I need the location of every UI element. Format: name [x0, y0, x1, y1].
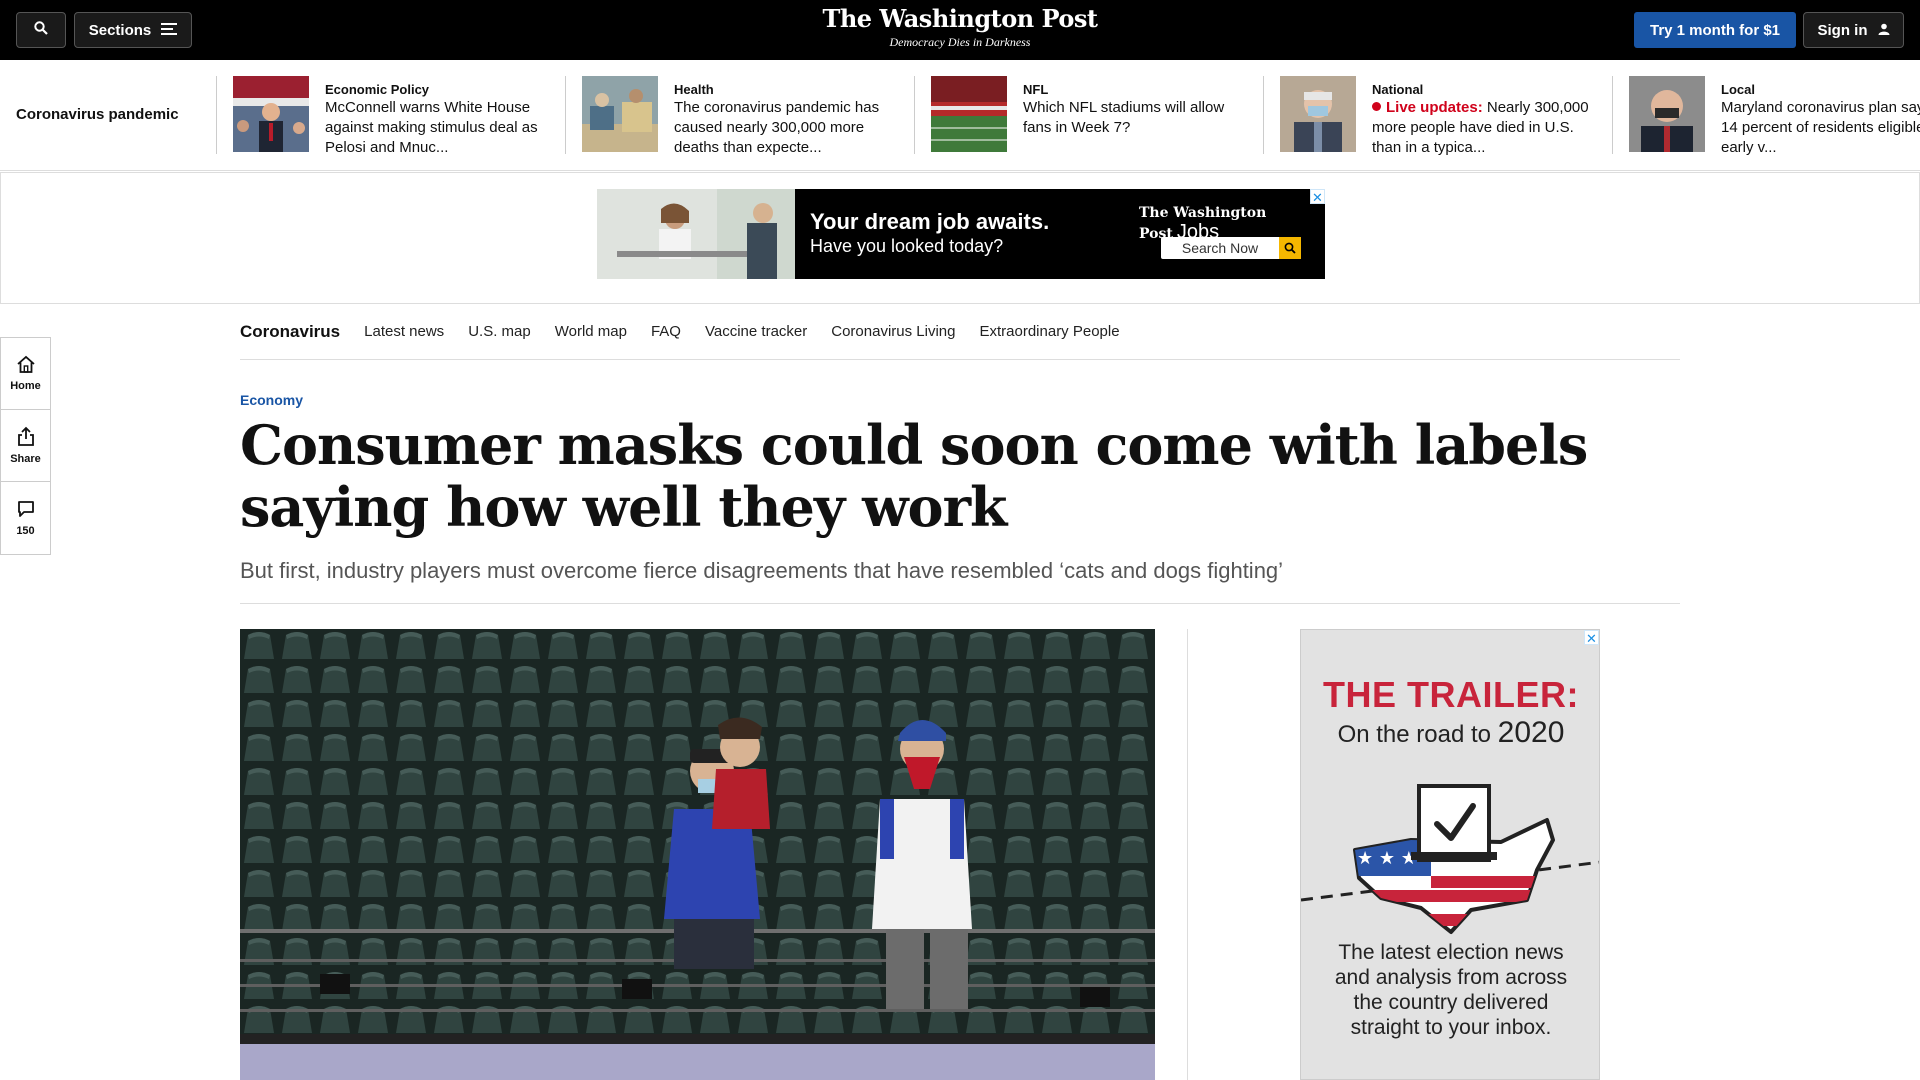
newsletter-ad-subtitle-text: On the road to [1337, 721, 1491, 748]
strip-kicker: Economic Policy [325, 82, 430, 97]
article-kicker[interactable]: Economy [240, 392, 303, 408]
strip-item[interactable]: NFL Which NFL stadiums will allow fans i… [914, 76, 1263, 154]
sections-menu-button[interactable]: Sections [74, 12, 192, 48]
column-divider [1187, 629, 1188, 1080]
ballot-map-icon: ★ ★ ★ [1301, 780, 1599, 940]
jobs-ad-search-label: Search Now [1181, 240, 1259, 256]
strip-thumbnail [1629, 76, 1705, 152]
masthead-tagline: Democracy Dies in Darkness [889, 35, 1031, 49]
jobs-ad-search-button[interactable]: Search Now [1161, 237, 1301, 259]
ad-close-icon[interactable]: ✕ [1310, 189, 1325, 205]
article-headline: Consumer masks could soon come with labe… [240, 413, 1588, 539]
hamburger-icon [161, 22, 178, 39]
newsletter-ad-year: 2020 [1497, 716, 1565, 749]
strip-kicker: Local [1721, 82, 1755, 97]
comments-count: 150 [16, 524, 35, 537]
strip-item[interactable]: National Live updates: Nearly 300,000 mo… [1263, 76, 1612, 156]
jobs-ad-subline: Have you looked today? [810, 236, 1004, 256]
section-navigation: Coronavirus Latest news U.S. map World m… [240, 304, 1680, 360]
section-link-latest-news[interactable]: Latest news [364, 323, 444, 340]
strip-thumbnail [1280, 76, 1356, 152]
section-link-us-map[interactable]: U.S. map [468, 323, 531, 340]
section-link-extraordinary-people[interactable]: Extraordinary People [979, 323, 1119, 340]
sign-in-button[interactable]: Sign in [1803, 12, 1904, 48]
sign-in-label: Sign in [1817, 21, 1868, 39]
lead-photo [240, 629, 1155, 1080]
strip-thumbnail [582, 76, 658, 152]
divider [240, 603, 1680, 604]
strip-kicker: NFL [1023, 82, 1049, 97]
ad-close-icon[interactable]: ✕ [1584, 630, 1599, 646]
jobs-ad-photo [597, 189, 795, 279]
sections-label: Sections [88, 21, 152, 39]
banner-ad-zone: Your dream job awaits. Have you looked t… [0, 172, 1920, 304]
live-updates-label: Live updates: [1386, 99, 1483, 116]
masthead-title: The Washington Post [822, 4, 1098, 33]
newsletter-ad-title: THE TRAILER: [1323, 674, 1579, 715]
newsletter-ad-body: The latest election news and analysis fr… [1334, 941, 1568, 1039]
strip-headline[interactable]: The coronavirus pandemic has caused near… [674, 98, 904, 158]
jobs-banner-ad[interactable]: Your dream job awaits. Have you looked t… [597, 189, 1325, 279]
article-dek: But first, industry players must overcom… [240, 558, 1284, 583]
user-icon [1878, 22, 1890, 39]
comments-button[interactable]: 150 [1, 482, 50, 554]
section-link-coronavirus-living[interactable]: Coronavirus Living [831, 323, 955, 340]
search-icon [1279, 237, 1301, 259]
svg-text:★ ★ ★: ★ ★ ★ [1357, 848, 1417, 869]
strip-label[interactable]: Coronavirus pandemic [16, 106, 179, 123]
masthead-logo[interactable]: The Washington Post Democracy Dies in Da… [760, 4, 1160, 50]
strip-headline[interactable]: Live updates: Nearly 300,000 more people… [1372, 98, 1602, 158]
share-button[interactable]: Share [1, 410, 50, 482]
strip-headline[interactable]: McConnell warns White House against maki… [325, 98, 555, 158]
home-icon [16, 355, 36, 376]
live-indicator-icon [1372, 102, 1381, 111]
home-label: Home [10, 380, 41, 392]
home-button[interactable]: Home [1, 338, 50, 410]
subscribe-button[interactable]: Try 1 month for $1 [1634, 12, 1796, 48]
section-title[interactable]: Coronavirus [240, 322, 340, 342]
headline-strip: Coronavirus pandemic Economic Policy McC… [0, 60, 1920, 171]
comment-icon [17, 500, 35, 521]
section-link-world-map[interactable]: World map [555, 323, 627, 340]
share-label: Share [10, 453, 41, 465]
left-action-rail: Home Share 150 [0, 337, 51, 555]
strip-item[interactable]: Local Maryland coronavirus plan says 14 … [1612, 76, 1920, 156]
search-icon [34, 21, 48, 39]
strip-item[interactable]: Health The coronavirus pandemic has caus… [565, 76, 914, 156]
section-link-vaccine-tracker[interactable]: Vaccine tracker [705, 323, 807, 340]
strip-headline[interactable]: Which NFL stadiums will allow fans in We… [1023, 98, 1253, 138]
section-link-faq[interactable]: FAQ [651, 323, 681, 340]
search-button[interactable] [16, 12, 66, 48]
strip-thumbnail [233, 76, 309, 152]
strip-kicker: Health [674, 82, 714, 97]
strip-thumbnail [931, 76, 1007, 152]
newsletter-ad[interactable]: ✕ THE TRAILER: On the road to 2020 ★ ★ ★… [1300, 629, 1600, 1080]
strip-headline[interactable]: Maryland coronavirus plan says 14 percen… [1721, 98, 1920, 158]
strip-kicker: National [1372, 82, 1424, 97]
top-navigation-bar: Sections The Washington Post Democracy D… [0, 0, 1920, 60]
newsletter-ad-subtitle: On the road to 2020 [1301, 716, 1599, 750]
strip-item[interactable]: Economic Policy McConnell warns White Ho… [216, 76, 565, 156]
share-icon [17, 426, 35, 449]
jobs-ad-headline: Your dream job awaits. [810, 209, 1050, 234]
